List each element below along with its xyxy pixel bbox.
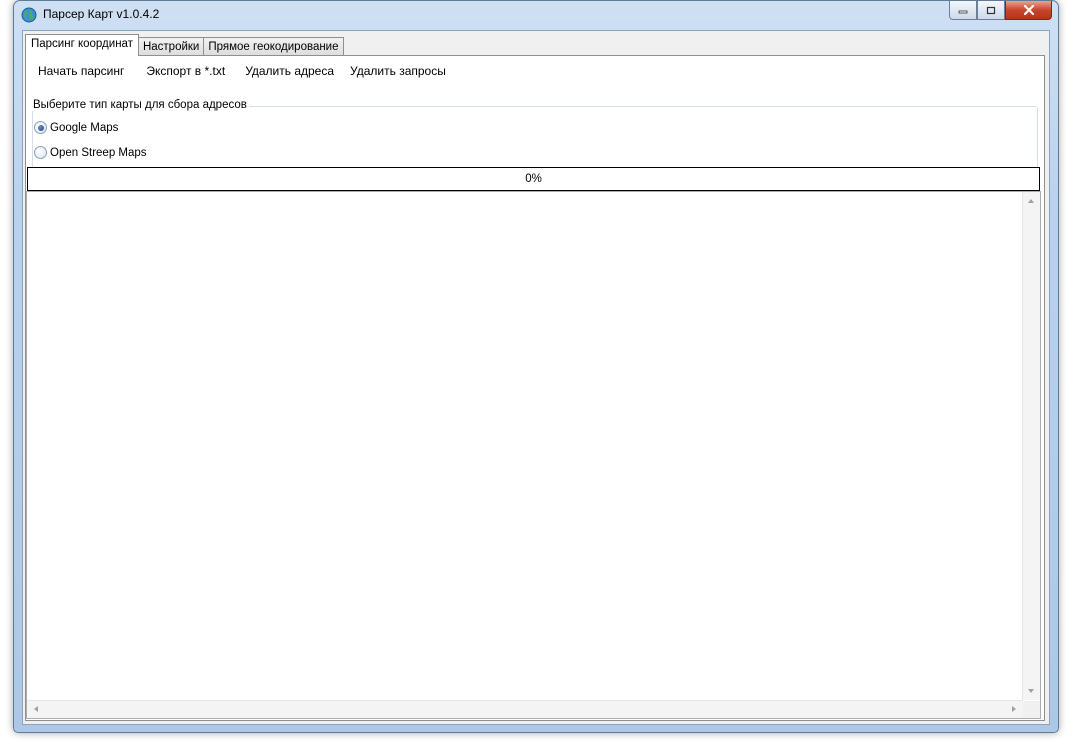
scroll-right-arrow-icon[interactable] — [1012, 706, 1016, 712]
open-streep-maps-option[interactable]: Open Streep Maps — [34, 146, 147, 159]
maximize-button[interactable] — [977, 1, 1005, 20]
google-maps-label[interactable]: Google Maps — [50, 122, 118, 134]
window-title: Парсер Карт v1.0.4.2 — [43, 7, 160, 21]
title-bar[interactable]: Парсер Карт v1.0.4.2 — [14, 1, 1058, 29]
globe-app-icon — [21, 7, 37, 23]
parsing-progress-bar: 0% — [27, 167, 1040, 191]
scroll-left-arrow-icon[interactable] — [34, 706, 38, 712]
minimize-icon — [958, 10, 968, 14]
tab-direct-geocoding[interactable]: Прямое геокодирование — [203, 37, 344, 56]
close-icon — [1023, 5, 1034, 15]
main-window: Парсер Карт v1.0.4.2 Парсинг координат Н… — [13, 0, 1059, 733]
scroll-up-arrow-icon[interactable] — [1028, 199, 1034, 203]
vertical-scrollbar[interactable] — [1022, 192, 1040, 700]
start-parsing-menu-item[interactable]: Начать парсинг — [30, 62, 132, 80]
open-streep-maps-radio[interactable] — [34, 146, 47, 159]
map-type-groupbox: Выберите тип карты для сбора адресов Goo… — [32, 99, 1038, 167]
open-streep-maps-label[interactable]: Open Streep Maps — [50, 147, 147, 159]
progress-text: 0% — [525, 173, 542, 185]
menu-bar: Начать парсинг Экспорт в *.txt Удалить а… — [30, 62, 454, 80]
minimize-button[interactable] — [949, 1, 977, 20]
tab-settings[interactable]: Настройки — [137, 37, 205, 56]
window-client-area: Парсинг координат Настройки Прямое геоко… — [22, 30, 1050, 725]
export-txt-menu-item[interactable]: Экспорт в *.txt — [138, 62, 233, 80]
scroll-down-arrow-icon[interactable] — [1028, 689, 1034, 693]
log-textarea[interactable] — [26, 191, 1041, 719]
close-button[interactable] — [1005, 1, 1052, 20]
coordinate-parsing-panel: Начать парсинг Экспорт в *.txt Удалить а… — [25, 55, 1045, 721]
map-type-group-title: Выберите тип карты для сбора адресов — [32, 99, 249, 111]
tab-coordinate-parsing[interactable]: Парсинг координат — [25, 34, 139, 56]
maximize-icon — [986, 6, 996, 14]
horizontal-scrollbar[interactable] — [27, 700, 1023, 718]
google-maps-option[interactable]: Google Maps — [34, 121, 118, 134]
scrollbar-corner — [1023, 701, 1040, 718]
google-maps-radio[interactable] — [34, 121, 47, 134]
tab-strip: Парсинг координат Настройки Прямое геоко… — [25, 34, 344, 56]
delete-addresses-menu-item[interactable]: Удалить адреса — [237, 62, 342, 80]
delete-requests-menu-item[interactable]: Удалить запросы — [342, 62, 454, 80]
window-controls — [949, 1, 1052, 21]
